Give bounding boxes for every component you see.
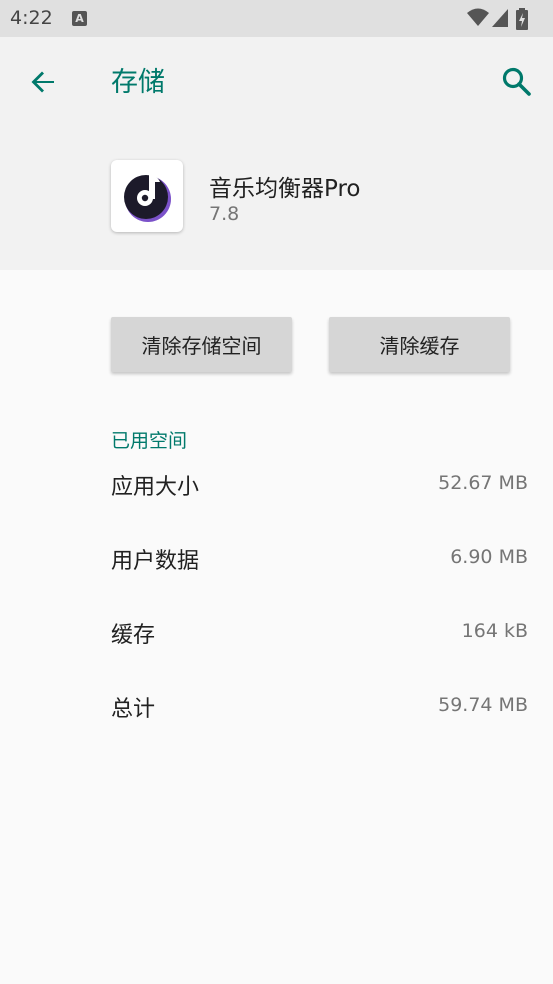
clear-storage-button[interactable]: 清除存储空间 — [111, 317, 292, 372]
row-label: 用户数据 — [111, 549, 200, 574]
app-header: 存储 音乐均衡器Pro 7.8 — [0, 37, 553, 270]
storage-row-cache: 缓存 164 kB — [111, 617, 528, 657]
row-label: 缓存 — [111, 623, 156, 648]
arrow-back-icon — [31, 71, 54, 93]
row-value: 6.90 MB — [450, 546, 528, 568]
row-value: 52.67 MB — [438, 472, 528, 494]
section-header-used-space: 已用空间 — [111, 430, 188, 452]
storage-row-app-size: 应用大小 52.67 MB — [111, 469, 528, 509]
search-icon — [502, 67, 531, 96]
notification-glyph: A — [75, 12, 84, 25]
search-button[interactable] — [496, 61, 538, 103]
row-value: 59.74 MB — [438, 694, 528, 716]
back-button[interactable] — [22, 61, 64, 103]
status-time: 4:22 — [10, 7, 53, 29]
status-bar: 4:22 A — [0, 0, 553, 37]
row-label: 总计 — [111, 697, 156, 722]
storage-row-user-data: 用户数据 6.90 MB — [111, 543, 528, 583]
app-icon — [111, 160, 183, 232]
storage-row-total: 总计 59.74 MB — [111, 691, 528, 731]
signal-icon — [492, 9, 508, 27]
clear-cache-button[interactable]: 清除缓存 — [329, 317, 510, 372]
app-version: 7.8 — [209, 203, 240, 225]
music-note-icon — [124, 175, 171, 222]
wifi-icon — [467, 8, 489, 26]
row-value: 164 kB — [461, 620, 528, 642]
notification-icon: A — [72, 11, 87, 26]
battery-charging-icon — [516, 8, 528, 30]
app-name: 音乐均衡器Pro — [209, 176, 361, 202]
row-label: 应用大小 — [111, 475, 200, 500]
page-title: 存储 — [111, 67, 165, 98]
